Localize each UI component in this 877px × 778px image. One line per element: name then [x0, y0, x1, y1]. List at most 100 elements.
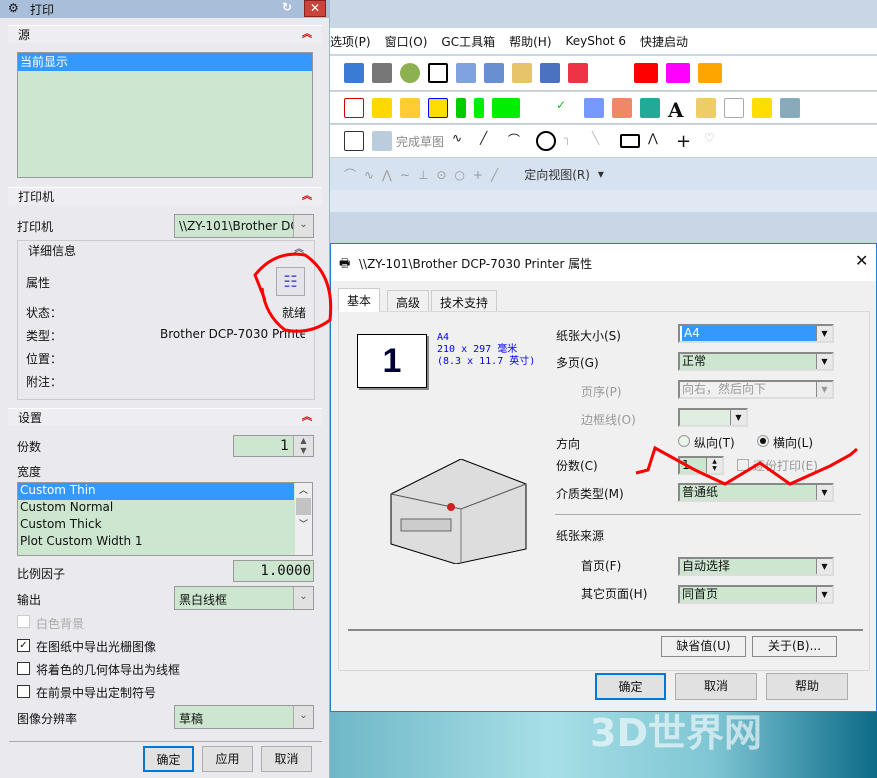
blocks-icon[interactable]	[400, 97, 420, 118]
source-item[interactable]: 当前显示	[18, 53, 312, 71]
menu-help[interactable]: 帮助(H)	[509, 33, 551, 50]
export2-icon[interactable]	[484, 63, 504, 83]
shape-outline-icon[interactable]: ♡	[704, 131, 724, 151]
finish-sketch-label[interactable]: 完成草图	[396, 133, 444, 150]
ok-button[interactable]: 确定	[595, 673, 666, 700]
custom-symbols-checkbox[interactable]	[17, 685, 30, 698]
cancel-button[interactable]: 取消	[675, 673, 757, 700]
palette-icon[interactable]	[512, 63, 532, 83]
scale-input[interactable]: 1.0000	[233, 560, 314, 582]
plane-icon[interactable]	[492, 97, 520, 118]
copies-spinner[interactable]: 1 ▲ ▼	[678, 456, 724, 475]
menu-options[interactable]: 选项(P)	[330, 33, 371, 50]
circles-icon[interactable]	[724, 97, 744, 118]
printer-section-header[interactable]: 打印机 ︽	[8, 187, 322, 205]
fillet-icon[interactable]: ╮	[564, 131, 584, 151]
details-header[interactable]: 详细信息	[28, 242, 76, 259]
other-pages-select[interactable]: 同首页 ▼	[678, 585, 834, 604]
polyline-icon[interactable]: ⋀	[648, 131, 668, 151]
tool-icon[interactable]	[344, 97, 364, 118]
circle-icon[interactable]	[536, 131, 557, 151]
output-select[interactable]: 黑白线框 ⌄	[174, 586, 314, 610]
collapse-icon[interactable]: ︽	[302, 26, 312, 44]
check-icon[interactable]: ✓	[556, 97, 576, 118]
close-button[interactable]: ✕	[304, 0, 326, 17]
close-icon[interactable]: ✕	[855, 251, 868, 270]
export-icon[interactable]	[456, 63, 476, 83]
point-icon[interactable]: +	[676, 131, 696, 152]
xyz-icon[interactable]	[528, 97, 548, 118]
face-icon[interactable]	[428, 97, 448, 118]
ok-button[interactable]: 确定	[143, 746, 194, 772]
line-icon[interactable]: ╱	[480, 131, 500, 151]
source-list[interactable]: 当前显示	[17, 52, 313, 178]
menu-window[interactable]: 窗口(O)	[385, 33, 428, 50]
printer-select[interactable]: \\ZY-101\Brother DC ⌄	[174, 214, 314, 238]
raster-checkbox[interactable]: ✓	[17, 639, 30, 652]
spinner-arrows-icon[interactable]: ▲ ▼	[293, 436, 313, 456]
first-page-select[interactable]: 自动选择 ▼	[678, 557, 834, 576]
spinner-arrows-icon[interactable]: ▲ ▼	[706, 458, 722, 473]
color-red-swatch[interactable]	[634, 63, 658, 83]
multi-page-select[interactable]: 正常 ▼	[678, 352, 834, 371]
menu-quick-launch[interactable]: 快捷启动	[640, 33, 688, 50]
tab-advanced[interactable]: 高级	[387, 290, 430, 312]
width-list-scrollbar[interactable]: ︿ ﹀	[295, 483, 312, 555]
width-item[interactable]: Plot Custom Width 1	[18, 534, 312, 551]
printer-properties-button[interactable]: ☷	[276, 267, 305, 296]
sphere-icon[interactable]	[400, 63, 420, 83]
rectangle-icon[interactable]	[620, 134, 641, 148]
chamfer-icon[interactable]: ╲	[592, 131, 612, 151]
arc-icon[interactable]: ⌒	[508, 131, 528, 151]
3d-viewport[interactable]: 3D世界网	[330, 711, 877, 778]
cube-icon[interactable]	[584, 97, 604, 118]
curve-icon[interactable]: ∿	[452, 131, 472, 151]
color-magenta-swatch[interactable]	[666, 63, 690, 83]
finish-flag-icon[interactable]	[372, 131, 392, 151]
orient-view-menu[interactable]: 定向视图(R)	[524, 166, 590, 183]
dimension-icon[interactable]	[568, 63, 588, 83]
sketch-icon[interactable]	[344, 131, 364, 151]
lightning-icon[interactable]	[752, 97, 772, 118]
width-item[interactable]: Custom Normal	[18, 500, 312, 517]
source-section-header[interactable]: 源 ︽	[8, 25, 322, 43]
page-order-select[interactable]: 向右，然后向下 ▼	[678, 380, 834, 399]
resolution-select[interactable]: 草稿 ⌄	[174, 705, 314, 729]
tab-basic[interactable]: 基本	[338, 288, 381, 312]
bar-icon[interactable]	[456, 97, 466, 118]
width-item[interactable]: Custom Thin	[18, 483, 294, 500]
collate-checkbox[interactable]	[737, 459, 749, 471]
view-icon[interactable]	[540, 63, 560, 83]
white-background-checkbox[interactable]	[17, 615, 30, 628]
apply-button[interactable]: 应用	[202, 746, 253, 772]
reset-icon[interactable]: ↻	[282, 0, 292, 14]
box-icon[interactable]	[612, 97, 632, 118]
wireframe-checkbox[interactable]	[17, 662, 30, 675]
border-select[interactable]: ▼	[678, 408, 748, 427]
portrait-radio[interactable]	[678, 435, 690, 447]
collapse-icon[interactable]: ︽	[294, 240, 304, 255]
menu-keyshot[interactable]: KeyShot 6	[566, 34, 626, 48]
collapse-icon[interactable]: ︽	[302, 409, 312, 427]
width-list[interactable]: Custom Thin Custom Normal Custom Thick P…	[17, 482, 313, 556]
media-type-select[interactable]: 普通纸 ▼	[678, 483, 834, 502]
tab-support[interactable]: 技术支持	[431, 290, 498, 312]
text-icon[interactable]: A	[668, 98, 688, 122]
width-item[interactable]: Custom Thick	[18, 517, 312, 534]
paper-size-select[interactable]: A4 ▼	[678, 324, 834, 343]
render-icon[interactable]	[372, 63, 392, 83]
fit-view-icon[interactable]	[344, 63, 364, 83]
curve-tools-icons[interactable]: ⌒∿⋀∼⊥⊙○+╱	[344, 166, 506, 183]
color-orange-swatch[interactable]	[698, 63, 722, 83]
settings-section-header[interactable]: 设置 ︽	[8, 408, 322, 426]
defaults-button[interactable]: 缺省值(U)	[661, 636, 746, 657]
window-icon[interactable]	[428, 63, 448, 83]
csys-icon[interactable]	[372, 97, 392, 118]
bar2-icon[interactable]	[474, 97, 484, 118]
help-button[interactable]: 帮助	[766, 673, 848, 700]
cancel-button[interactable]: 取消	[261, 746, 312, 772]
landscape-radio[interactable]: ●	[757, 435, 769, 447]
copies-spinner[interactable]: 1 ▲ ▼	[233, 435, 314, 457]
collapse-icon[interactable]: ︽	[302, 188, 312, 206]
about-button[interactable]: 关于(B)...	[752, 636, 837, 657]
